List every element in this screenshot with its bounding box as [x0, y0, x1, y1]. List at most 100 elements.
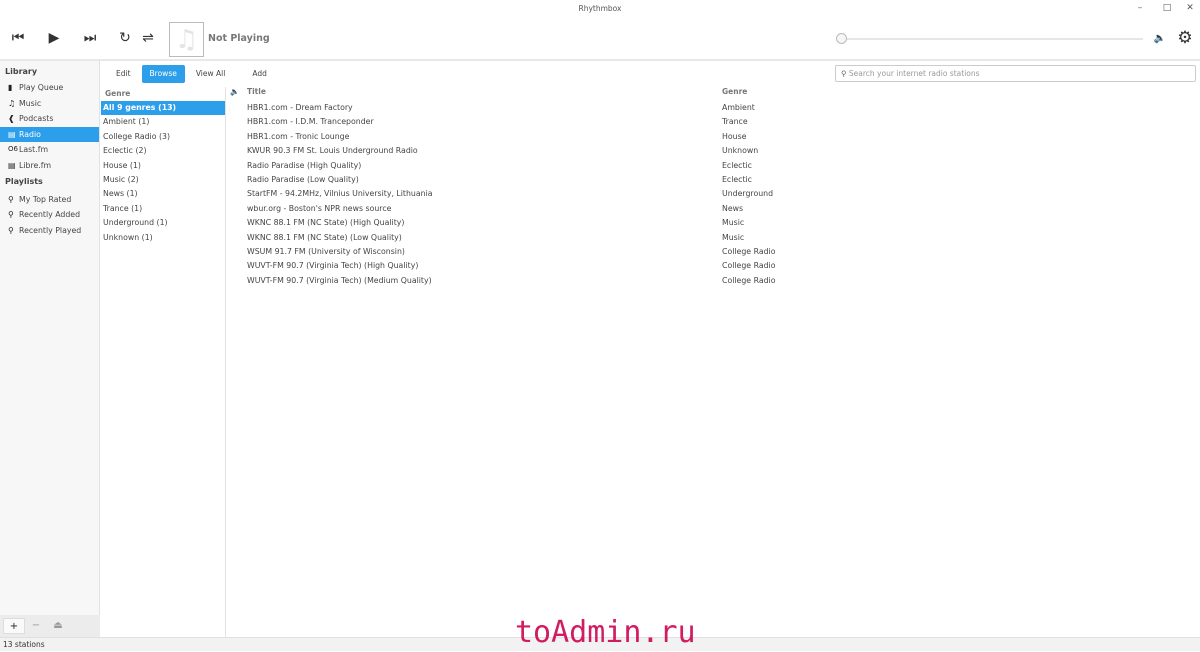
maximize-button[interactable]: □ — [1157, 0, 1177, 17]
sidebar-item-label: Libre.fm — [19, 160, 52, 170]
table-row[interactable]: HBR1.com - Tronic Lounge House — [227, 130, 1200, 144]
table-row[interactable]: WKNC 88.1 FM (NC State) (Low Quality) Mus… — [227, 231, 1200, 245]
station-genre: College Radio — [722, 275, 776, 285]
seek-slider[interactable] — [836, 33, 1143, 44]
title-column-header[interactable]: Title — [247, 87, 266, 96]
sidebar-item-label: Recently Played — [19, 225, 82, 235]
search-input[interactable]: ⚲ Search your internet radio stations — [835, 65, 1196, 82]
remove-button[interactable]: − — [25, 618, 47, 634]
station-title: HBR1.com - I.D.M. Tranceponder — [247, 117, 374, 127]
shuffle-icon[interactable]: ⇌ — [135, 25, 161, 51]
table-row[interactable]: StartFM - 94.2MHz, Vilnius University, L… — [227, 187, 1200, 201]
sidebar-item-librefm[interactable]: ▤ Libre.fm — [0, 158, 99, 174]
table-row[interactable]: Radio Paradise (Low Quality) Eclectic — [227, 173, 1200, 187]
genre-item[interactable]: All 9 genres (13) — [101, 101, 225, 116]
watermark: toAdmin.ru — [515, 615, 696, 650]
document-icon: ▮ — [8, 83, 13, 92]
genre-item[interactable]: Eclectic (2) — [101, 144, 225, 158]
search-placeholder: Search your internet radio stations — [848, 69, 980, 78]
sidebar-item-recently-added[interactable]: ⚲ Recently Added — [0, 207, 99, 223]
station-genre: Trance — [722, 117, 748, 127]
sidebar-item-recently-played[interactable]: ⚲ Recently Played — [0, 223, 99, 239]
station-title: KWUR 90.3 FM St. Louis Underground Radio — [247, 146, 418, 156]
gear-icon[interactable]: ⚙ — [1172, 25, 1198, 51]
genre-item[interactable]: Trance (1) — [101, 202, 225, 216]
station-title: WSUM 91.7 FM (University of Wisconsin) — [247, 246, 405, 256]
volume-icon[interactable]: 🔈 — [1147, 25, 1173, 51]
station-genre: College Radio — [722, 261, 776, 271]
station-title: WKNC 88.1 FM (NC State) (High Quality) — [247, 218, 405, 228]
tab-browse[interactable]: Browse — [141, 65, 185, 83]
genre-item[interactable]: College Radio (3) — [101, 130, 225, 144]
search-icon: ⚲ — [8, 194, 14, 204]
sidebar-item-label: Last.fm — [19, 145, 49, 155]
now-playing-label: Not Playing — [208, 33, 270, 44]
playing-column-icon[interactable]: 🔈 — [230, 87, 239, 96]
table-row[interactable]: wbur.org - Boston's NPR news source News — [227, 202, 1200, 216]
genre-item[interactable]: Unknown (1) — [101, 231, 225, 245]
sidebar-item-podcasts[interactable]: ❰ Podcasts — [0, 111, 99, 127]
station-title: WUVT-FM 90.7 (Virginia Tech) (Medium Qua… — [247, 275, 432, 285]
genre-pane: Genre All 9 genres (13) Ambient (1) Colleg… — [101, 87, 226, 637]
station-genre: Unknown — [722, 146, 759, 156]
seek-handle[interactable] — [836, 33, 847, 44]
genre-item[interactable]: House (1) — [101, 159, 225, 173]
previous-icon[interactable]: ⏮ — [5, 25, 31, 51]
sidebar-item-label: Radio — [19, 129, 41, 139]
sidebar-item-lastfm[interactable]: O6 Last.fm — [0, 142, 99, 158]
next-icon[interactable]: ⏭ — [77, 25, 103, 51]
album-art-placeholder: ♫ — [169, 22, 204, 57]
sidebar-item-label: Music — [19, 98, 42, 108]
sidebar-item-my-top-rated[interactable]: ⚲ My Top Rated — [0, 192, 99, 208]
playlists-heading: Playlists — [5, 176, 43, 186]
tab-add[interactable]: Add — [244, 65, 275, 83]
sidebar-item-radio[interactable]: ▤ Radio — [0, 126, 99, 143]
table-row[interactable]: WUVT-FM 90.7 (Virginia Tech) (Medium Qua… — [227, 274, 1200, 288]
music-note-icon: ♫ — [174, 24, 199, 55]
station-genre: Eclectic — [722, 160, 752, 170]
station-genre: College Radio — [722, 246, 776, 256]
genre-item[interactable]: Music (2) — [101, 173, 225, 187]
music-note-icon: ♫ — [8, 98, 16, 108]
station-title: HBR1.com - Dream Factory — [247, 103, 353, 112]
genre-item[interactable]: Ambient (1) — [101, 115, 225, 129]
station-title: Radio Paradise (Low Quality) — [247, 174, 359, 184]
station-genre: Ambient — [722, 103, 755, 112]
tab-edit[interactable]: Edit — [108, 65, 139, 83]
sidebar-item-label: Recently Added — [19, 210, 81, 220]
station-genre: Underground — [722, 189, 774, 199]
genre-item[interactable]: News (1) — [101, 187, 225, 201]
genre-header[interactable]: Genre — [101, 87, 225, 101]
station-genre: House — [722, 131, 747, 141]
search-icon: ⚲ — [841, 69, 847, 78]
view-tabs: Edit Browse View All Add — [108, 65, 278, 83]
table-row[interactable]: HBR1.com - I.D.M. Tranceponder Trance — [227, 115, 1200, 129]
station-title: Radio Paradise (High Quality) — [247, 160, 362, 170]
sidebar-item-label: Podcasts — [19, 114, 54, 124]
station-title: WUVT-FM 90.7 (Virginia Tech) (High Quali… — [247, 261, 419, 271]
search-icon: ⚲ — [8, 210, 14, 220]
sidebar-item-music[interactable]: ♫ Music — [0, 96, 99, 112]
radio-icon: ▤ — [8, 129, 16, 139]
tab-view-all[interactable]: View All — [188, 65, 233, 83]
lastfm-icon: O6 — [8, 145, 18, 154]
station-title: StartFM - 94.2MHz, Vilnius University, L… — [247, 189, 433, 199]
station-genre: Music — [722, 218, 745, 228]
table-row[interactable]: Radio Paradise (High Quality) Eclectic — [227, 159, 1200, 173]
table-row[interactable]: WUVT-FM 90.7 (Virginia Tech) (High Quali… — [227, 259, 1200, 273]
eject-button[interactable]: ⏏ — [47, 618, 69, 634]
table-row[interactable]: KWUR 90.3 FM St. Louis Underground Radio… — [227, 144, 1200, 158]
librefm-icon: ▤ — [8, 160, 16, 170]
table-row[interactable]: WKNC 88.1 FM (NC State) (High Quality) Mu… — [227, 216, 1200, 230]
close-button[interactable]: ✕ — [1180, 0, 1200, 17]
sidebar-item-label: Play Queue — [19, 83, 64, 92]
play-icon[interactable]: ▶ — [41, 25, 67, 51]
genre-item[interactable]: Underground (1) — [101, 216, 225, 230]
minimize-button[interactable]: – — [1130, 0, 1150, 17]
table-row[interactable]: HBR1.com - Dream Factory Ambient — [227, 101, 1200, 115]
sidebar-item-play-queue[interactable]: ▮ Play Queue — [0, 80, 99, 96]
table-row[interactable]: WSUM 91.7 FM (University of Wisconsin) Co… — [227, 245, 1200, 259]
genre-column-header[interactable]: Genre — [722, 87, 747, 96]
add-button[interactable]: + — [3, 618, 25, 634]
station-genre: Music — [722, 232, 745, 242]
